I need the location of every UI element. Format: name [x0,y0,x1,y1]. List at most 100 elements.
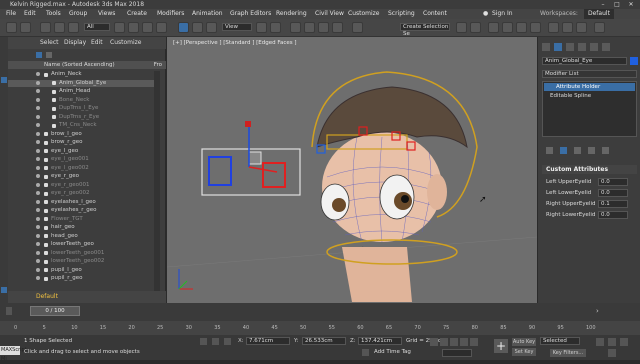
reference-coordinate-dropdown[interactable]: View [222,23,252,31]
spinner-snap-icon[interactable] [332,22,343,33]
modify-tab-icon[interactable] [554,43,562,51]
edit-named-selection-icon[interactable] [352,22,363,33]
align-icon[interactable] [470,22,481,33]
y-coordinate-field[interactable]: 26.533cm [302,337,346,345]
minimize-icon[interactable]: – [596,0,610,9]
visibility-eye-icon[interactable] [36,148,40,153]
visibility-eye-icon[interactable] [36,191,40,195]
timeline-toggle-icon[interactable] [6,307,12,315]
curve-editor-icon[interactable] [502,22,513,33]
absolute-offset-mode-icon[interactable] [224,338,231,345]
add-time-tag-button[interactable]: Add Time Tag [374,349,411,355]
scene-row[interactable]: eye_r_geo001 [8,182,158,190]
visibility-eye-icon[interactable] [36,208,40,212]
scene-row[interactable]: Flower_TGT [8,216,158,224]
snap-toggle-icon[interactable] [290,22,301,33]
menu-edit[interactable]: Edit [24,9,36,19]
scene-row[interactable]: pupil_l_geo [8,267,158,275]
x-coordinate-field[interactable]: 7.671cm [246,337,290,345]
scene-row[interactable]: brow_l_geo [8,131,158,139]
current-layer-dropdown[interactable]: Default [36,293,58,300]
select-object-icon[interactable] [114,22,125,33]
display-tab-icon[interactable] [590,43,598,51]
visibility-eye-icon[interactable] [36,174,40,178]
visibility-eye-icon[interactable] [36,123,40,127]
named-selection-set-dropdown[interactable]: Create Selection Se [400,23,450,37]
make-unique-icon[interactable] [574,147,581,154]
visibility-eye-icon[interactable] [36,199,40,204]
menu-rendering[interactable]: Rendering [276,9,307,19]
current-frame-field[interactable] [442,349,472,357]
object-name-field[interactable]: Anim_Global_Eye [542,57,627,65]
perspective-viewport[interactable]: [+] [Perspective ] [Standard ] [Edged Fa… [167,37,537,303]
zoom-icon[interactable] [596,338,604,346]
attribute-spinner[interactable]: 0.1 [598,200,628,208]
create-tab-icon[interactable] [542,43,550,51]
select-and-scale-icon[interactable] [206,22,217,33]
play-icon[interactable] [450,338,458,346]
menu-file[interactable]: File [6,9,16,19]
sign-in-button[interactable]: Sign In [492,9,513,19]
menu-modifiers[interactable]: Modifiers [157,9,184,19]
object-color-swatch[interactable] [630,57,638,65]
visibility-eye-icon[interactable] [36,131,40,136]
key-filters-button[interactable]: Key Filters... [550,349,586,357]
time-slider[interactable]: 0 / 100 [30,306,80,316]
maxscript-listener-input[interactable]: MAXScript Mi [0,346,27,362]
scene-row[interactable]: eye_l_geo002 [8,165,158,173]
scene-row[interactable]: lowerTeeth_geo002 [8,258,158,266]
select-and-move-icon[interactable] [178,22,189,33]
column-name-header[interactable]: Name (Sorted Ascending) [44,62,115,68]
set-key-icon[interactable]: + [494,339,508,353]
scene-row[interactable]: eye_l_geo001 [8,156,158,164]
scene-row[interactable]: Anim_Head [8,88,158,96]
user-icon[interactable]: ● [483,9,488,19]
render-production-icon[interactable] [576,22,587,33]
visibility-eye-icon[interactable] [36,250,40,255]
scene-row[interactable]: DupTrns_r_Eye [8,114,158,122]
scene-row[interactable]: eyelashes_l_geo [8,199,158,207]
unlink-icon[interactable] [54,22,65,33]
time-tag-icon[interactable] [362,349,369,356]
visibility-eye-icon[interactable] [36,165,40,170]
maximize-viewport-icon[interactable] [608,349,616,357]
motion-tab-icon[interactable] [578,43,586,51]
go-to-start-icon[interactable] [430,338,438,346]
scene-row[interactable]: lowerTeeth_geo001 [8,250,158,258]
z-coordinate-field[interactable]: 137.421cm [358,337,402,345]
menu-scripting[interactable]: Scripting [388,9,415,19]
bind-space-warp-icon[interactable] [68,22,79,33]
visibility-eye-icon[interactable] [36,267,40,272]
tab-select[interactable]: Select [40,37,59,49]
visibility-eye-icon[interactable] [36,225,40,229]
column-header[interactable]: Name (Sorted Ascending) Fro [8,61,166,69]
custom-attributes-rollout[interactable]: Custom Attributes [542,165,637,174]
pan-icon[interactable] [608,338,616,346]
previous-frame-icon[interactable] [440,338,448,346]
scene-row[interactable]: Anim_Global_Eye [8,79,158,88]
tab-display[interactable]: Display [64,37,86,49]
scene-row[interactable]: head_geo [8,233,158,241]
menu-group[interactable]: Group [69,9,87,19]
tab-customize[interactable]: Customize [110,37,142,49]
visibility-eye-icon[interactable] [36,140,40,144]
next-frame-arrow-icon[interactable]: › [596,307,599,315]
scene-row[interactable]: TM_Cns_Neck [8,122,158,130]
visibility-eye-icon[interactable] [36,182,40,187]
rectangular-selection-icon[interactable] [142,22,153,33]
rendered-frame-window-icon[interactable] [562,22,573,33]
filter-icon[interactable] [36,52,42,58]
maximize-icon[interactable]: □ [610,0,624,9]
selection-lock-icon[interactable] [212,338,219,345]
attribute-spinner[interactable]: 0.0 [598,178,628,186]
undo-icon[interactable] [6,22,17,33]
visibility-eye-icon[interactable] [36,259,40,263]
attribute-spinner[interactable]: 0.0 [598,211,628,219]
show-end-result-icon[interactable] [560,147,567,154]
select-by-name-icon[interactable] [128,22,139,33]
scene-row[interactable]: pupil_r_geo [8,275,158,283]
visibility-eye-icon[interactable] [36,157,40,161]
scene-list-scrollbar[interactable] [154,71,160,291]
scene-row[interactable]: eye_r_geo [8,173,158,181]
hierarchy-tab-icon[interactable] [566,43,574,51]
